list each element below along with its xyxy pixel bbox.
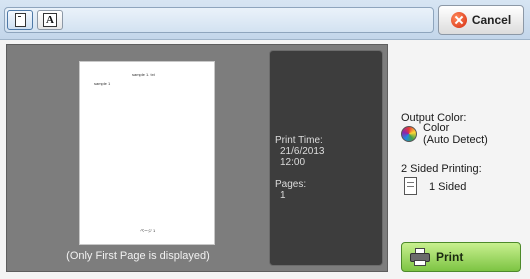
letter-a-icon: A <box>43 13 57 27</box>
thumbnail-footer: ページ 1 <box>140 228 156 233</box>
output-color-value: Color (Auto Detect) <box>423 122 488 146</box>
pages-label: Pages: <box>275 179 307 190</box>
print-button[interactable]: Print <box>401 242 521 272</box>
print-time-date: 21/6/2013 <box>280 146 325 157</box>
print-button-label: Print <box>436 250 464 264</box>
thumbnail-header-right: sample 1. txt <box>132 72 155 77</box>
preview-caption: (Only First Page is displayed) <box>66 250 210 262</box>
portrait-page-icon <box>14 13 26 27</box>
color-wheel-icon <box>401 126 417 142</box>
print-time-label: Print Time: <box>275 135 323 146</box>
two-sided-value: 1 Sided <box>429 181 467 193</box>
print-time-clock: 12:00 <box>280 157 306 168</box>
output-color-value-line2: (Auto Detect) <box>423 134 488 146</box>
text-view-button[interactable]: A <box>37 10 63 30</box>
portrait-view-button[interactable] <box>7 10 33 30</box>
first-page-thumbnail[interactable]: sample 1. txt sample 1 ページ 1 <box>79 61 215 245</box>
pages-value: 1 <box>280 190 286 201</box>
job-info-panel: Print Time: 21/6/2013 12:00 Pages: 1 <box>269 50 383 266</box>
thumbnail-header-left: sample 1 <box>94 81 111 86</box>
two-sided-label: 2 Sided Printing: <box>401 163 482 175</box>
preview-mode-group: A <box>4 7 434 33</box>
printer-icon <box>410 248 430 266</box>
one-sided-page-icon <box>404 177 417 195</box>
preview-area: sample 1. txt sample 1 ページ 1 (Only First… <box>6 44 388 272</box>
output-color-value-line1: Color <box>423 122 450 134</box>
print-settings: Output Color: Color (Auto Detect) 2 Side… <box>395 0 530 279</box>
